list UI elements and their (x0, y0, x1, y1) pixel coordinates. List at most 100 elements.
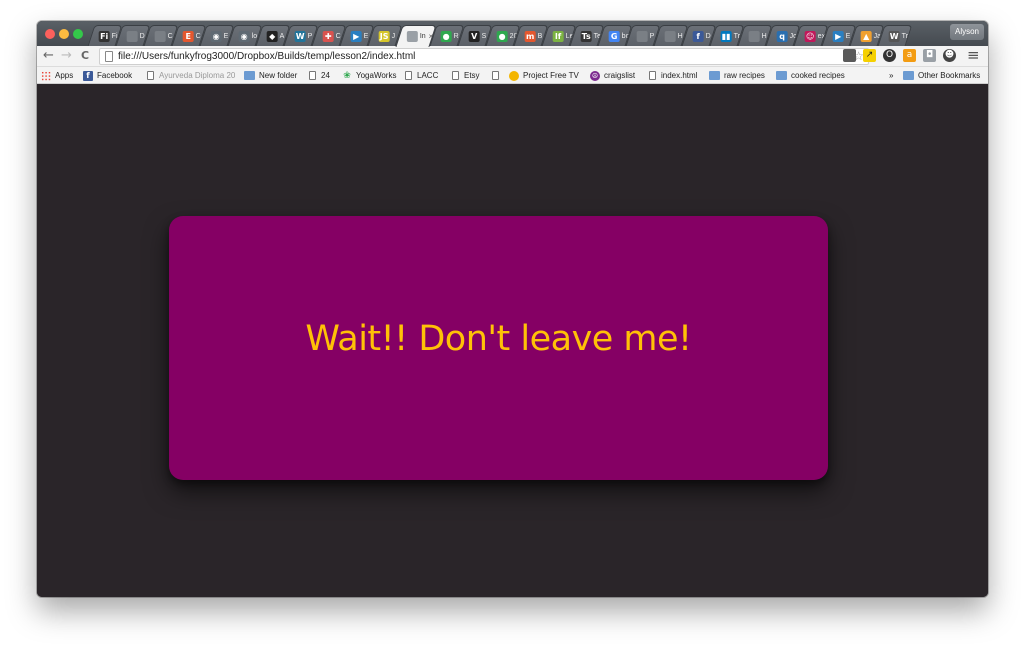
tab-favicon-icon: W (888, 30, 900, 42)
tab-favicon-icon: ▶ (350, 30, 362, 42)
bookmark-item[interactable]: Project Free TV (509, 69, 579, 82)
tab-favicon-icon (748, 30, 760, 42)
tab-title: lo (251, 32, 258, 40)
bookmark-item[interactable]: index.html (649, 69, 697, 82)
tab-favicon-icon: f (692, 30, 704, 42)
bookmark-label: Facebook (97, 71, 133, 80)
bookmark-label: raw recipes (724, 71, 765, 80)
tab-favicon-icon (406, 31, 418, 42)
bookmark-label: Other Bookmarks (918, 71, 981, 80)
menu-icon[interactable]: ≡ (967, 47, 980, 63)
bookmark-item[interactable]: raw recipes (709, 69, 765, 82)
bookmarks-overflow-button[interactable]: » (889, 69, 893, 82)
tab-favicon-icon (664, 30, 676, 42)
overflow-chevron: » (889, 71, 894, 80)
page-icon (492, 71, 499, 80)
bookmark-label: LACC (417, 71, 439, 80)
tab-favicon-icon: ● (440, 30, 452, 42)
tab-title: Tr (901, 32, 909, 40)
apps-icon (41, 70, 51, 81)
bookmark-label: Ayurveda Diploma 20 (159, 71, 236, 80)
forward-button[interactable]: → (61, 48, 72, 64)
extension-arrow-icon[interactable]: ↗ (863, 49, 876, 62)
tab-favicon-icon: q (776, 30, 788, 42)
address-bar[interactable]: ☆ (99, 48, 869, 65)
tab-favicon-icon: Ts (580, 30, 592, 42)
tab-title: S (481, 32, 487, 40)
bookmark-item[interactable]: f Facebook (83, 69, 132, 82)
profile-button[interactable]: Alyson (950, 24, 984, 40)
tab-title: J (391, 32, 396, 40)
minimize-window-button[interactable] (59, 29, 69, 39)
toolbar: ← → C ☆ ↗ O a ◘ ☻ ≡ (37, 46, 988, 67)
tab-title: E (223, 32, 229, 40)
folder-icon (709, 71, 720, 80)
bookmark-label: YogaWorks (356, 71, 397, 80)
tab-favicon-icon: JS (378, 30, 390, 42)
tab-title: R (453, 32, 459, 40)
page-icon (309, 71, 316, 80)
tab-title: D (705, 32, 711, 40)
page-icon (452, 71, 459, 80)
extension-camera-icon[interactable]: ◘ (923, 49, 936, 62)
extension-opera-icon[interactable]: O (883, 49, 896, 62)
maximize-window-button[interactable] (73, 29, 83, 39)
bookmark-item[interactable]: LACC (405, 69, 438, 82)
facebook-icon: f (83, 70, 93, 81)
bookmark-label: cooked recipes (791, 71, 845, 80)
bookmark-item[interactable]: ❀ YogaWorks (342, 69, 396, 82)
bookmark-label: Etsy (464, 71, 480, 80)
message-card: Wait!! Don't leave me! (169, 216, 828, 480)
page-icon (105, 51, 113, 62)
tab-title: B (537, 32, 543, 40)
back-button[interactable]: ← (43, 48, 54, 64)
close-window-button[interactable] (45, 29, 55, 39)
tab-favicon-icon: ◉ (238, 30, 250, 42)
page-icon (147, 71, 154, 80)
tab-favicon-icon: m (524, 30, 536, 42)
bookmark-label: 24 (321, 71, 330, 80)
active-tab[interactable]: In × (395, 25, 437, 47)
extension-amazon-icon[interactable]: a (903, 49, 916, 62)
tab-list: Fi Fi D C E C ◉ E ◉ lo ◆ A W P ✚ C ▶ E JS J In × ● R V S ● 20 m Blf Le… (87, 25, 931, 47)
tab-favicon-icon: ▮▮ (720, 30, 732, 42)
tab-title: E (363, 32, 369, 40)
extension-panda-icon[interactable]: ☻ (943, 49, 956, 62)
tab-favicon-icon (154, 30, 166, 42)
browser-tab[interactable]: W Tr (877, 25, 913, 46)
bookmark-item[interactable]: Etsy (452, 69, 480, 82)
url-input[interactable] (118, 49, 818, 64)
bookmark-label: New folder (259, 71, 298, 80)
folder-icon (244, 71, 255, 80)
extension-puzzle-icon[interactable] (843, 49, 856, 62)
browser-window: Fi Fi D C E C ◉ E ◉ lo ◆ A W P ✚ C ▶ E JS J In × ● R V S ● 20 m Blf Le… (37, 21, 988, 597)
bookmark-item[interactable]: cooked recipes (776, 69, 845, 82)
bookmark-item[interactable]: 24 (309, 69, 330, 82)
tab-title: E (845, 32, 851, 40)
bookmark-item[interactable]: Ayurveda Diploma 20 (147, 69, 235, 82)
tab-favicon-icon: G (608, 30, 620, 42)
page-viewport: Wait!! Don't leave me! (37, 85, 988, 597)
tab-title: H (677, 32, 683, 40)
tab-favicon-icon (126, 30, 138, 42)
tab-title: H (761, 32, 767, 40)
tab-favicon-icon: E (182, 30, 194, 42)
page-icon (649, 71, 656, 80)
folder-icon (776, 71, 787, 80)
reload-button[interactable]: C (81, 48, 89, 64)
tab-title: D (139, 32, 145, 40)
tab-favicon-icon: ▲ (860, 30, 872, 42)
bookmark-item[interactable]: New folder (244, 69, 297, 82)
tab-favicon-icon (636, 30, 648, 42)
bookmark-item[interactable]: ☮ craigslist (590, 69, 635, 82)
leaf-icon: ❀ (343, 70, 351, 81)
tab-favicon-icon: ✚ (322, 30, 334, 42)
bookmark-label: index.html (661, 71, 698, 80)
tab-title: In (419, 33, 426, 40)
tab-favicon-icon: ▶ (832, 30, 844, 42)
other-bookmarks-folder[interactable]: Other Bookmarks (903, 69, 980, 82)
tab-strip: Fi Fi D C E C ◉ E ◉ lo ◆ A W P ✚ C ▶ E JS J In × ● R V S ● 20 m Blf Le… (37, 21, 988, 47)
bookmarks-bar: » Other Bookmarks Apps f Facebook Ayurveda … (37, 67, 988, 84)
bookmark-item[interactable]: Apps (41, 69, 73, 82)
bookmark-item[interactable] (492, 69, 504, 82)
